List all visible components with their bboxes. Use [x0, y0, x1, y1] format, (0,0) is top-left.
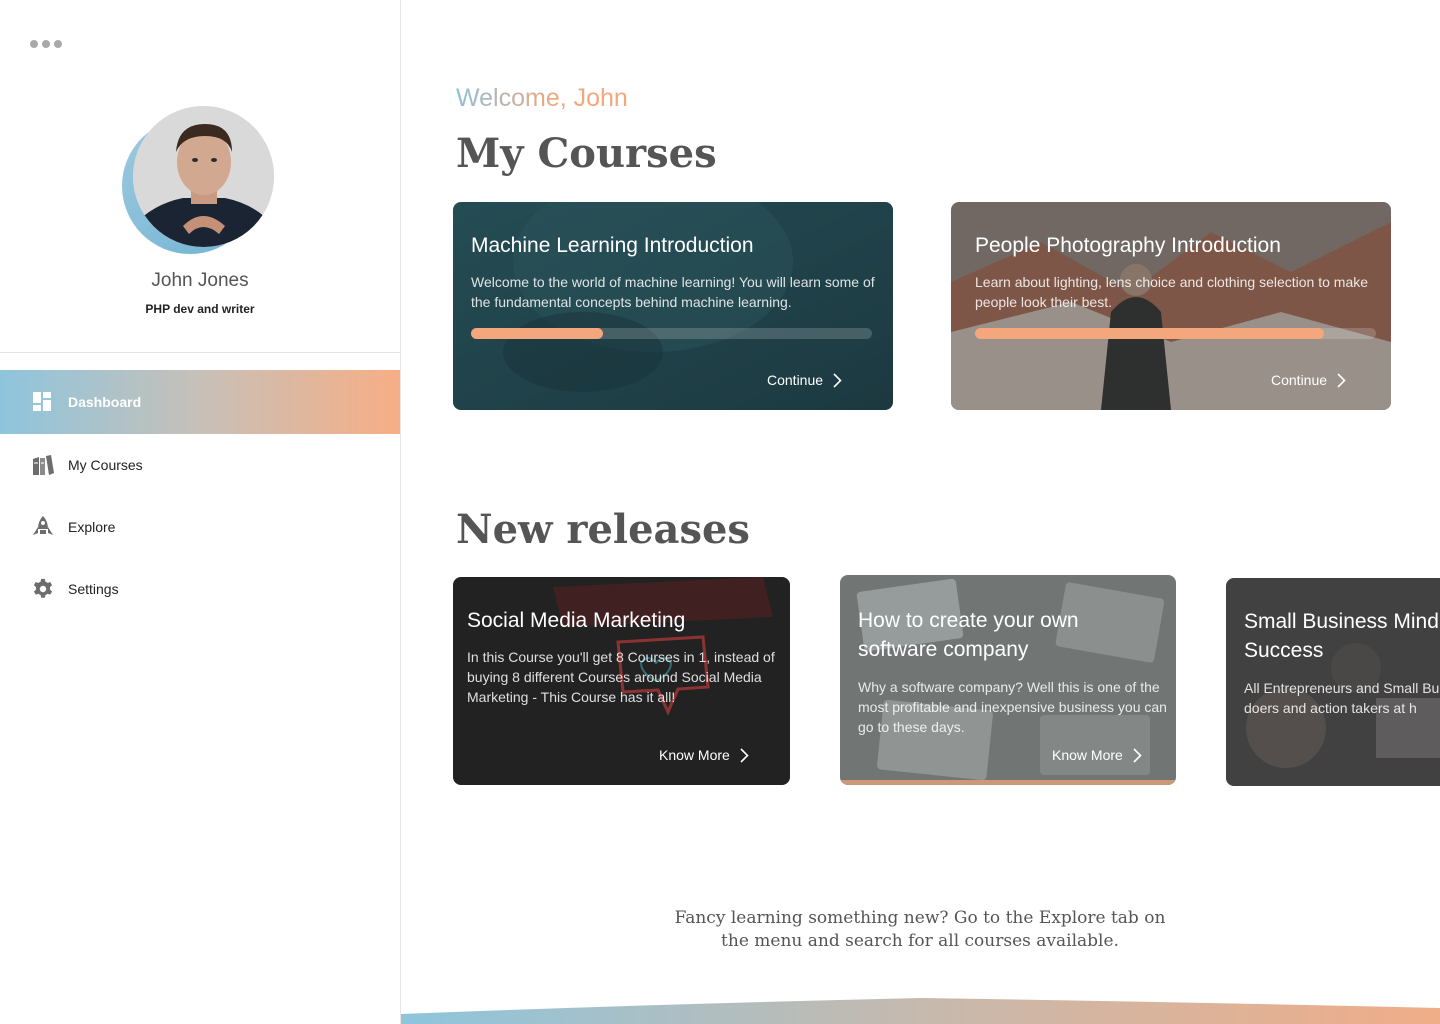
- course-progress-bar: [975, 328, 1376, 339]
- chevron-right-icon: [833, 372, 842, 388]
- chevron-right-icon: [1337, 372, 1346, 388]
- release-description: Why a software company? Well this is one…: [858, 679, 1167, 735]
- release-title: Small Business Mind Success: [1244, 610, 1439, 662]
- sidebar-item-settings[interactable]: Settings: [0, 558, 400, 620]
- release-title: Social Media Marketing: [467, 609, 686, 632]
- avatar: [122, 106, 274, 254]
- continue-button[interactable]: Continue: [767, 372, 842, 388]
- release-description: All Entrepreneurs and Small Bu are doers…: [1244, 680, 1440, 716]
- welcome-greeting: Welcome, John: [456, 84, 628, 112]
- know-more-label: Know More: [1052, 747, 1123, 763]
- chevron-right-icon: [1133, 747, 1142, 763]
- course-title: Machine Learning Introduction: [471, 234, 754, 257]
- sidebar-item-label: My Courses: [68, 457, 143, 473]
- more-options-icon[interactable]: [30, 40, 62, 48]
- course-description: Learn about lighting, lens choice and cl…: [975, 274, 1369, 310]
- rocket-icon: [31, 515, 55, 539]
- sidebar-item-label: Dashboard: [68, 394, 142, 410]
- release-title: How to create your own software company: [858, 609, 1079, 661]
- user-role: PHP dev and writer: [145, 302, 255, 316]
- profile-photo: [133, 106, 274, 247]
- sidebar-item-label: Explore: [68, 519, 116, 535]
- footer-wave: [401, 998, 1440, 1024]
- course-title: People Photography Introduction: [975, 234, 1281, 257]
- course-description: Welcome to the world of machine learning…: [471, 274, 875, 310]
- course-progress-fill: [471, 328, 604, 339]
- release-card[interactable]: Small Business Mind Success All Entrepre…: [1226, 578, 1440, 786]
- sidebar-item-my-courses[interactable]: My Courses: [0, 434, 400, 496]
- sidebar-item-dashboard[interactable]: Dashboard: [0, 370, 400, 434]
- dashboard-icon: [31, 390, 55, 414]
- chevron-right-icon: [740, 747, 749, 763]
- course-progress-bar: [471, 328, 872, 339]
- course-progress-fill: [975, 328, 1324, 339]
- sidebar-item-label: Settings: [68, 581, 119, 597]
- know-more-label: Know More: [659, 747, 730, 763]
- gear-icon: [31, 577, 55, 601]
- know-more-button[interactable]: Know More: [659, 747, 749, 763]
- release-card[interactable]: Social Media Marketing In this Course yo…: [453, 577, 790, 785]
- know-more-button[interactable]: Know More: [1052, 747, 1142, 763]
- my-courses-heading: My Courses: [456, 130, 717, 177]
- continue-label: Continue: [1271, 372, 1328, 388]
- user-name: John Jones: [151, 270, 249, 291]
- release-card[interactable]: How to create your own software company …: [840, 575, 1176, 785]
- divider: [0, 352, 400, 353]
- new-releases-heading: New releases: [456, 506, 750, 553]
- sidebar: John Jones PHP dev and writer Dashboard …: [0, 0, 401, 1024]
- sidebar-item-explore[interactable]: Explore: [0, 496, 400, 558]
- explore-hint: Fancy learning something new? Go to the …: [674, 908, 1166, 951]
- course-card[interactable]: Machine Learning Introduction Welcome to…: [453, 202, 893, 410]
- course-card[interactable]: People Photography Introduction Learn ab…: [951, 202, 1391, 410]
- sidebar-nav: Dashboard My Courses Explore Settings: [0, 370, 400, 620]
- continue-button[interactable]: Continue: [1271, 372, 1346, 388]
- continue-label: Continue: [767, 372, 824, 388]
- books-icon: [31, 453, 55, 477]
- release-description: In this Course you'll get 8 Courses in 1…: [467, 649, 775, 705]
